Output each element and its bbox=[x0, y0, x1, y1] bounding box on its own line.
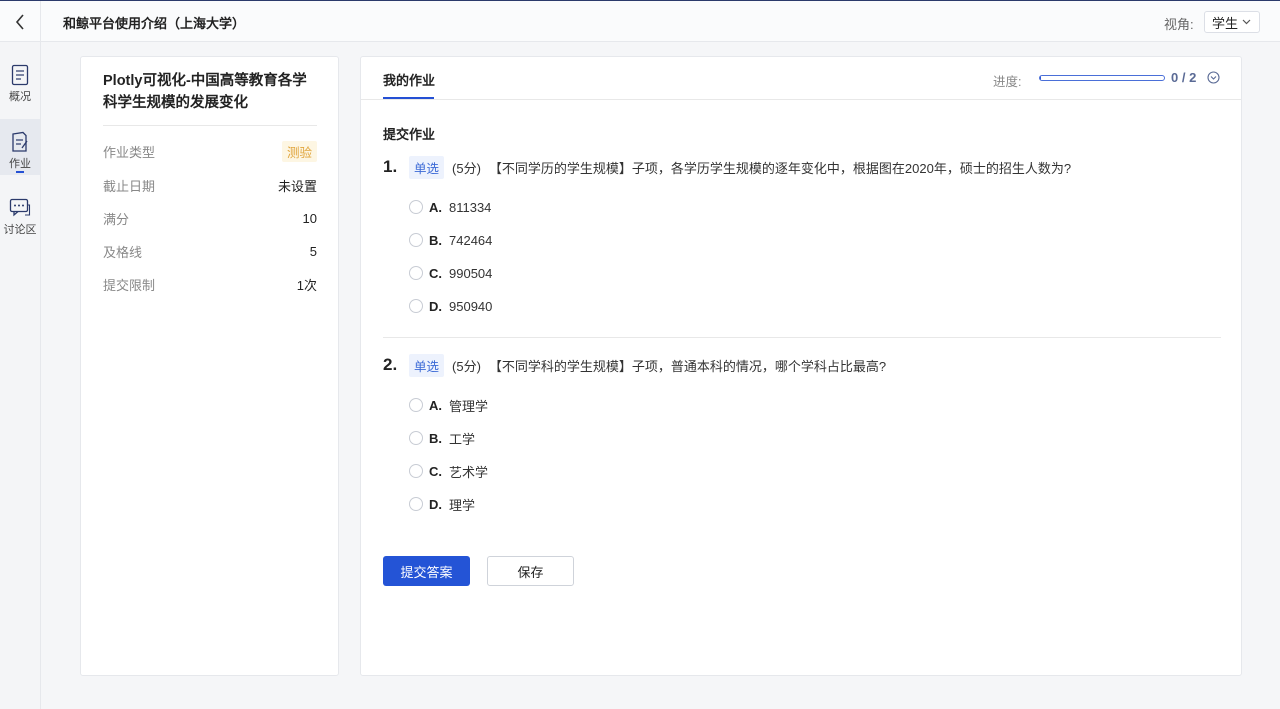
question-type-badge: 单选 bbox=[409, 155, 445, 179]
question-score: (5分) bbox=[452, 358, 481, 374]
section-title: 提交作业 bbox=[383, 127, 436, 142]
option-letter: A. bbox=[429, 397, 442, 413]
question-text: 【不同学历的学生规模】子项，各学历学生规模的逐年变化中，根据图在2020年，硕士… bbox=[488, 160, 1072, 176]
info-row-submit-limit: 提交限制 1次 bbox=[103, 274, 317, 294]
option-letter: C. bbox=[429, 265, 442, 281]
active-indicator bbox=[16, 171, 24, 173]
app-title: 和鲸平台使用介绍（上海大学） bbox=[63, 16, 246, 31]
option-text: 艺术学 bbox=[449, 464, 489, 480]
divider bbox=[103, 125, 317, 126]
assignment-icon bbox=[12, 131, 28, 152]
info-value: 5 bbox=[309, 243, 317, 259]
tab-my-assignment[interactable]: 我的作业 bbox=[383, 70, 435, 89]
info-value: 未设置 bbox=[277, 178, 317, 194]
progress-fill bbox=[1040, 76, 1042, 80]
radio-button[interactable] bbox=[409, 497, 423, 511]
question-header: 2. 单选 (5分) 【不同学科的学生规模】子项，普通本科的情况，哪个学科占比最… bbox=[383, 353, 1221, 377]
option-text: 理学 bbox=[449, 497, 476, 513]
option-text: 811334 bbox=[449, 199, 492, 215]
info-key: 满分 bbox=[103, 211, 130, 227]
option-1b[interactable]: B. 742464 bbox=[409, 231, 492, 249]
option-2c[interactable]: C. 艺术学 bbox=[409, 462, 488, 480]
assignment-type-badge: 测验 bbox=[281, 140, 317, 162]
discussion-icon bbox=[9, 198, 31, 217]
info-key: 作业类型 bbox=[103, 144, 156, 160]
sidebar-item-assignment[interactable]: 作业 bbox=[0, 119, 40, 175]
question-divider bbox=[383, 337, 1221, 338]
sidebar: 概况 作业 讨论区 bbox=[0, 42, 41, 709]
assignment-info-card: Plotly可视化-中国高等教育各学科学生规模的发展变化 作业类型 测验 截止日… bbox=[80, 56, 339, 676]
info-key: 提交限制 bbox=[103, 277, 156, 293]
option-2d[interactable]: D. 理学 bbox=[409, 495, 475, 513]
info-value: 10 bbox=[302, 210, 317, 226]
option-letter: A. bbox=[429, 199, 442, 215]
question-1: 1. 单选 (5分) 【不同学历的学生规模】子项，各学历学生规模的逐年变化中，根… bbox=[383, 155, 1221, 179]
option-2a[interactable]: A. 管理学 bbox=[409, 396, 488, 414]
progress-label: 进度: bbox=[993, 75, 1022, 89]
option-text: 管理学 bbox=[449, 398, 489, 414]
radio-button[interactable] bbox=[409, 398, 423, 412]
view-label: 视角: bbox=[1164, 17, 1194, 32]
option-letter: B. bbox=[429, 232, 442, 248]
question-number: 2. bbox=[383, 355, 398, 374]
info-row-full-score: 满分 10 bbox=[103, 208, 317, 228]
progress-bar bbox=[1039, 75, 1165, 81]
sidebar-item-label: 讨论区 bbox=[3, 224, 37, 236]
chevron-left-icon bbox=[15, 13, 24, 30]
assignment-title: Plotly可视化-中国高等教育各学科学生规模的发展变化 bbox=[103, 73, 307, 111]
option-letter: C. bbox=[429, 463, 442, 479]
submit-answer-button[interactable]: 提交答案 bbox=[383, 556, 470, 586]
sidebar-item-discussion[interactable]: 讨论区 bbox=[0, 185, 40, 241]
view-select-value: 学生 bbox=[1212, 15, 1239, 31]
option-letter: D. bbox=[429, 496, 442, 512]
back-button[interactable] bbox=[0, 1, 41, 42]
info-row-pass-line: 及格线 5 bbox=[103, 241, 317, 261]
option-text: 工学 bbox=[449, 431, 476, 447]
option-1c[interactable]: C. 990504 bbox=[409, 264, 492, 282]
radio-button[interactable] bbox=[409, 431, 423, 445]
option-text: 742464 bbox=[449, 232, 493, 248]
question-score: (5分) bbox=[452, 160, 481, 176]
option-letter: B. bbox=[429, 430, 442, 446]
sidebar-item-overview[interactable]: 概况 bbox=[0, 52, 40, 108]
option-2b[interactable]: B. 工学 bbox=[409, 429, 475, 447]
top-bar: 和鲸平台使用介绍（上海大学） 视角: 学生 bbox=[0, 0, 1280, 42]
info-key: 截止日期 bbox=[103, 178, 156, 194]
option-text: 950940 bbox=[449, 298, 493, 314]
chevron-down-icon bbox=[1242, 19, 1251, 25]
view-select[interactable]: 学生 bbox=[1204, 11, 1260, 33]
info-row-type: 作业类型 测验 bbox=[103, 140, 317, 162]
my-assignment-panel: 我的作业 进度: 0 / 2 提交作业 1. 单选 (5分) 【不同学历的学生规… bbox=[360, 56, 1242, 676]
option-text: 990504 bbox=[449, 265, 493, 281]
tab-underline bbox=[383, 97, 434, 99]
option-1a[interactable]: A. 811334 bbox=[409, 198, 491, 216]
question-number: 1. bbox=[383, 157, 398, 176]
sidebar-item-label: 作业 bbox=[9, 158, 31, 170]
radio-button[interactable] bbox=[409, 464, 423, 478]
sidebar-item-label: 概况 bbox=[9, 91, 31, 103]
radio-button[interactable] bbox=[409, 266, 423, 280]
info-key: 及格线 bbox=[103, 244, 143, 260]
progress-count: 0 / 2 bbox=[1171, 70, 1197, 85]
chevron-circle-down-icon[interactable] bbox=[1207, 71, 1220, 84]
question-text: 【不同学科的学生规模】子项，普通本科的情况，哪个学科占比最高? bbox=[488, 358, 887, 374]
info-row-deadline: 截止日期 未设置 bbox=[103, 175, 317, 195]
question-2: 2. 单选 (5分) 【不同学科的学生规模】子项，普通本科的情况，哪个学科占比最… bbox=[383, 353, 1221, 377]
save-button[interactable]: 保存 bbox=[487, 556, 574, 586]
radio-button[interactable] bbox=[409, 233, 423, 247]
tab-bar: 我的作业 进度: 0 / 2 bbox=[361, 57, 1241, 100]
info-value: 1次 bbox=[296, 277, 317, 293]
option-1d[interactable]: D. 950940 bbox=[409, 297, 492, 315]
overview-icon bbox=[11, 64, 29, 86]
option-letter: D. bbox=[429, 298, 442, 314]
radio-button[interactable] bbox=[409, 200, 423, 214]
question-type-badge: 单选 bbox=[409, 353, 445, 377]
radio-button[interactable] bbox=[409, 299, 423, 313]
question-header: 1. 单选 (5分) 【不同学历的学生规模】子项，各学历学生规模的逐年变化中，根… bbox=[383, 155, 1221, 179]
